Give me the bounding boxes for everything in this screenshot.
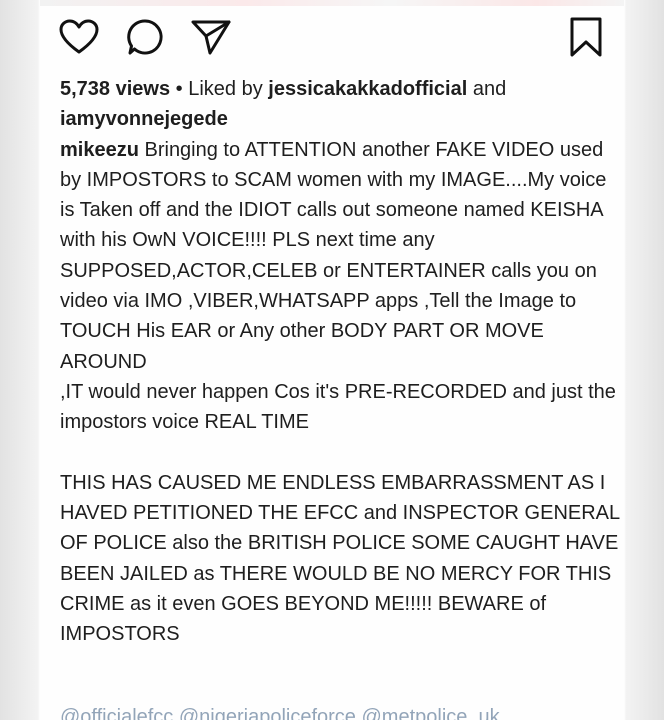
view-count[interactable]: 5,738 views bbox=[60, 78, 170, 100]
likes-summary-cont: iamyvonnejegede bbox=[60, 104, 620, 134]
liked-by-label: • Liked by bbox=[170, 78, 269, 100]
caption-tags[interactable]: @officialefcc @nigeriapoliceforce @metpo… bbox=[60, 706, 500, 720]
caption-text: Bringing to ATTENTION another FAKE VIDEO… bbox=[60, 138, 620, 646]
liker-username[interactable]: jessicakakkadofficial bbox=[268, 78, 467, 100]
comment-icon[interactable] bbox=[124, 16, 166, 58]
post-card: 5,738 views • Liked by jessicakakkadoffi… bbox=[40, 0, 624, 720]
post-caption: mikeezu Bringing to ATTENTION another FA… bbox=[60, 135, 620, 650]
send-icon[interactable] bbox=[190, 16, 232, 58]
heart-icon[interactable] bbox=[58, 16, 100, 58]
post-media-edge bbox=[40, 0, 624, 6]
liked-and-label: and bbox=[467, 78, 507, 100]
bookmark-icon[interactable] bbox=[565, 16, 607, 58]
liker-username-2[interactable]: iamyvonnejegede bbox=[60, 108, 228, 130]
action-bar bbox=[40, 16, 624, 58]
post-details: 5,738 views • Liked by jessicakakkadoffi… bbox=[60, 74, 620, 650]
author-username[interactable]: mikeezu bbox=[60, 139, 139, 161]
likes-summary: 5,738 views • Liked by jessicakakkadoffi… bbox=[60, 74, 620, 104]
